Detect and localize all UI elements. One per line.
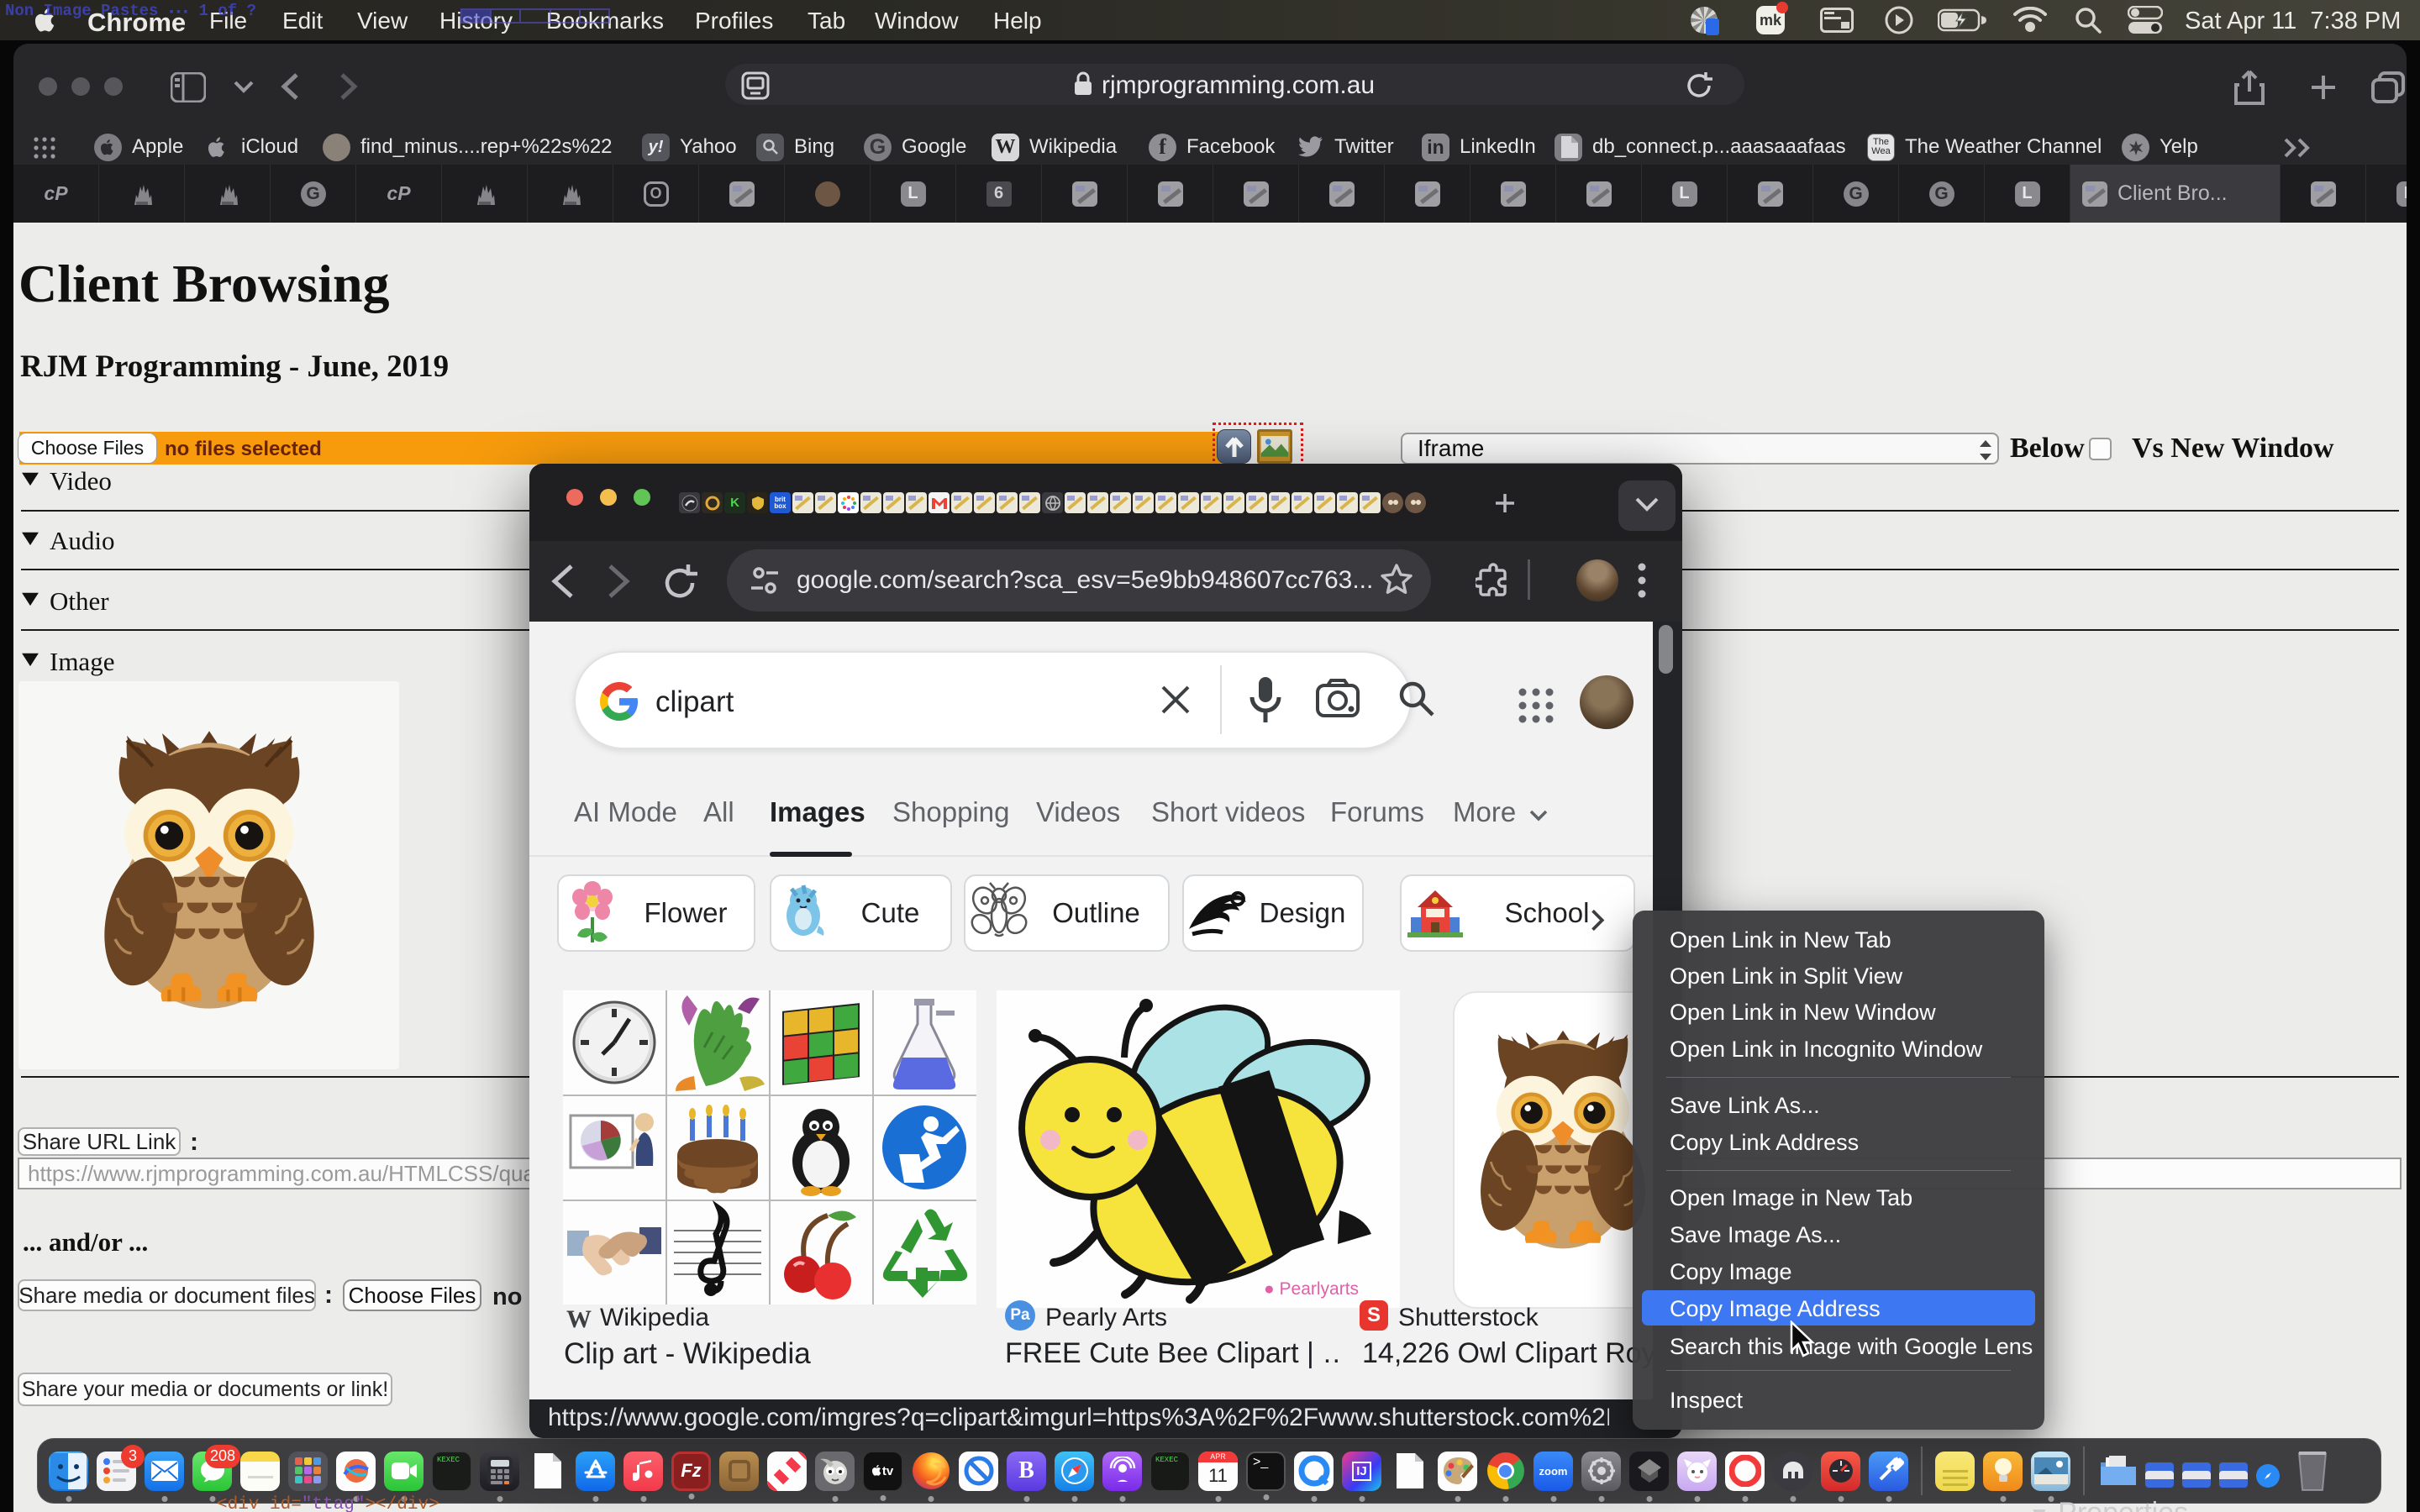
svg-text:● Pearlyarts: ● Pearlyarts xyxy=(1264,1279,1359,1299)
